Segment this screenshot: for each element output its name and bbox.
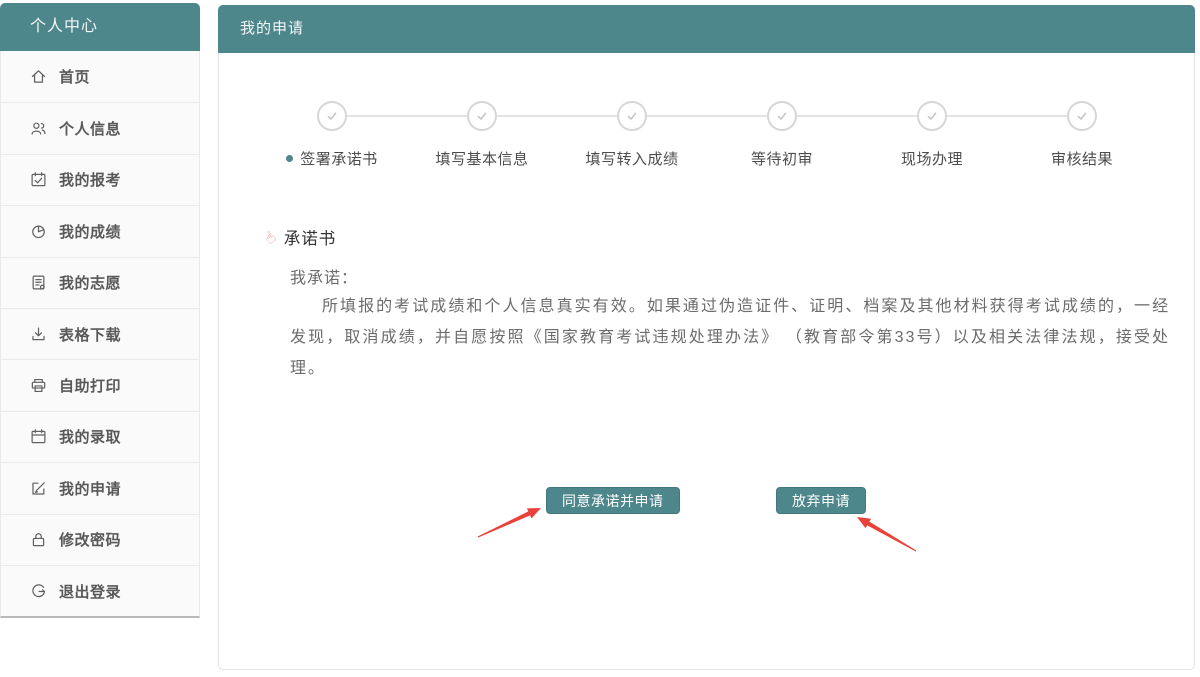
notice-title-row: ☝ 承诺书 [265, 225, 336, 249]
sidebar-item-label: 个人信息 [59, 118, 121, 139]
step-label: 现场办理 [857, 148, 1007, 169]
sidebar-item-self-print[interactable]: 自助打印 [1, 359, 199, 410]
step-review-result: 审核结果 [1007, 101, 1157, 169]
step-progress: 签署承诺书 填写基本信息 填写转入成绩 等待初审 [257, 101, 1157, 169]
step-circle [617, 101, 647, 131]
sidebar-item-personal-info[interactable]: 个人信息 [1, 102, 199, 153]
notice-title: 承诺书 [284, 225, 337, 249]
step-label: 填写转入成绩 [557, 148, 707, 169]
step-onsite-processing: 现场办理 [857, 101, 1007, 169]
sidebar-item-label: 表格下载 [59, 324, 121, 345]
step-label: 填写基本信息 [407, 148, 557, 169]
check-icon [324, 108, 340, 124]
step-circle [317, 101, 347, 131]
sidebar-item-label: 自助打印 [59, 375, 121, 396]
printer-icon [30, 377, 47, 394]
check-icon [624, 108, 640, 124]
sidebar-item-my-admission[interactable]: 我的录取 [1, 411, 199, 462]
step-await-review: 等待初审 [707, 101, 857, 169]
sidebar: 个人中心 首页 个人信息 我的报考 [0, 3, 200, 618]
check-icon [1074, 108, 1090, 124]
sidebar-item-my-preferences[interactable]: 我的志愿 [1, 257, 199, 308]
check-icon [924, 108, 940, 124]
lock-icon [30, 531, 47, 548]
sidebar-item-label: 修改密码 [59, 529, 121, 550]
step-circle [917, 101, 947, 131]
users-icon [30, 120, 47, 137]
download-icon [30, 326, 47, 343]
pie-chart-icon [30, 223, 47, 240]
calendar-check-icon [30, 171, 47, 188]
sidebar-item-home[interactable]: 首页 [1, 51, 199, 102]
sidebar-item-my-scores[interactable]: 我的成绩 [1, 205, 199, 256]
document-icon [30, 274, 47, 291]
check-icon [774, 108, 790, 124]
sidebar-item-label: 我的录取 [59, 426, 121, 447]
sidebar-title: 个人中心 [0, 3, 200, 51]
edit-icon [30, 480, 47, 497]
main-panel: 我的申请 签署承诺书 填写基本信息 填写转入成绩 [218, 5, 1195, 670]
sidebar-item-label: 我的志愿 [59, 272, 121, 293]
step-basic-info: 填写基本信息 [407, 101, 557, 169]
sidebar-item-form-download[interactable]: 表格下载 [1, 308, 199, 359]
notice-body: 所填报的考试成绩和个人信息真实有效。如果通过伪造证件、证明、档案及其他材料获得考… [290, 291, 1170, 384]
check-icon [474, 108, 490, 124]
step-circle [1067, 101, 1097, 131]
sidebar-item-my-registration[interactable]: 我的报考 [1, 154, 199, 205]
logout-icon [30, 583, 47, 600]
step-sign-commitment: 签署承诺书 [257, 101, 407, 169]
sidebar-item-label: 首页 [59, 66, 90, 87]
hand-point-icon: ☝ [260, 227, 279, 248]
sidebar-item-label: 我的报考 [59, 169, 121, 190]
step-transfer-scores: 填写转入成绩 [557, 101, 707, 169]
sidebar-item-my-application[interactable]: 我的申请 [1, 462, 199, 513]
step-label: 签署承诺书 [257, 148, 407, 169]
agree-commitment-button[interactable]: 同意承诺并申请 [546, 487, 680, 514]
abandon-application-button[interactable]: 放弃申请 [776, 487, 866, 514]
step-circle [467, 101, 497, 131]
calendar-icon [30, 428, 47, 445]
sidebar-item-label: 我的申请 [59, 478, 121, 499]
sidebar-item-label: 我的成绩 [59, 221, 121, 242]
current-step-dot [286, 155, 293, 162]
home-icon [30, 68, 47, 85]
step-label: 等待初审 [707, 148, 857, 169]
panel-title: 我的申请 [218, 5, 1195, 53]
sidebar-item-change-password[interactable]: 修改密码 [1, 514, 199, 565]
sidebar-item-logout[interactable]: 退出登录 [1, 565, 199, 616]
sidebar-item-label: 退出登录 [59, 581, 121, 602]
notice-intro: 我承诺： [290, 264, 358, 288]
step-label: 审核结果 [1007, 148, 1157, 169]
step-circle [767, 101, 797, 131]
page: 个人中心 首页 个人信息 我的报考 [0, 0, 1200, 677]
sidebar-menu: 首页 个人信息 我的报考 我的成绩 [0, 51, 200, 618]
